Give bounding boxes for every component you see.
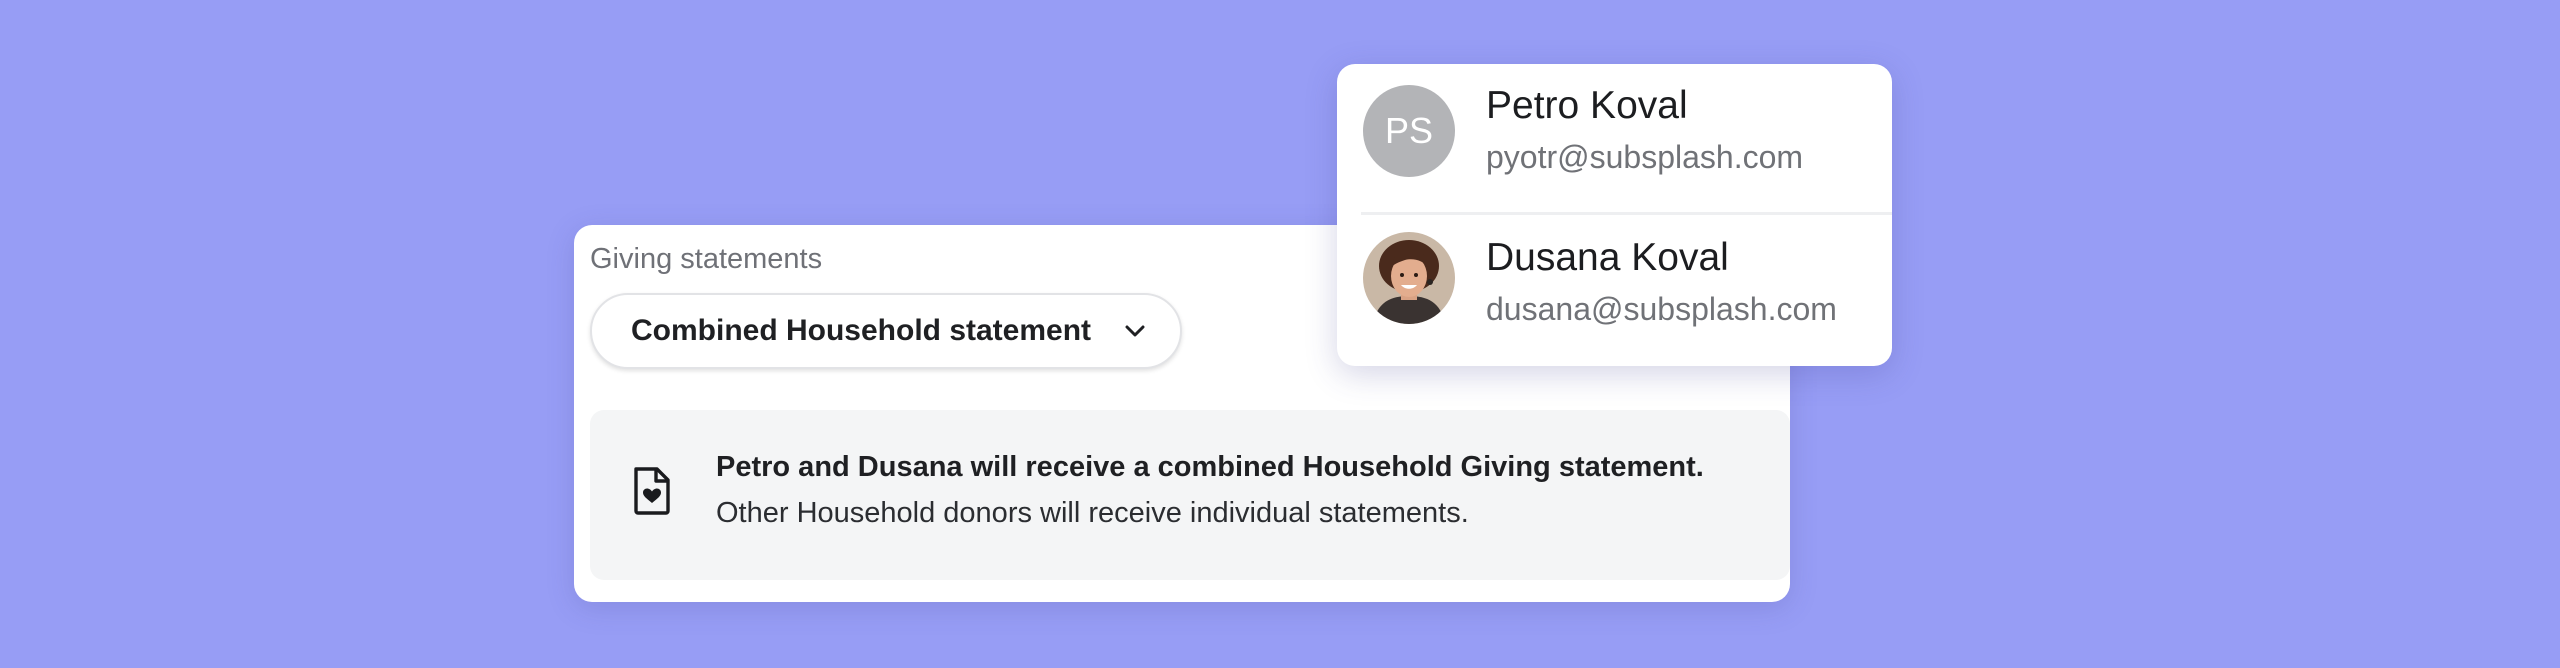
document-heart-icon — [632, 466, 672, 516]
chevron-down-icon — [1125, 323, 1149, 339]
divider — [1361, 212, 1892, 215]
statement-type-select[interactable]: Combined Household statement — [590, 293, 1182, 369]
member-name: Petro Koval — [1486, 84, 1688, 127]
member-row[interactable]: Dusana Koval dusana@subsplash.com — [1337, 216, 1892, 366]
statement-type-value: Combined Household statement — [631, 314, 1092, 347]
household-members-popover: PS Petro Koval pyotr@subsplash.com Dusan… — [1337, 64, 1892, 366]
household-notice: Petro and Dusana will receive a combined… — [590, 410, 1790, 580]
member-email: dusana@subsplash.com — [1486, 291, 1837, 327]
member-name: Dusana Koval — [1486, 236, 1729, 279]
notice-body: Other Household donors will receive indi… — [716, 497, 1469, 529]
notice-title: Petro and Dusana will receive a combined… — [716, 451, 1704, 483]
member-row[interactable]: PS Petro Koval pyotr@subsplash.com — [1337, 64, 1892, 214]
section-label: Giving statements — [590, 243, 823, 275]
avatar-photo — [1363, 232, 1455, 324]
avatar: PS — [1363, 85, 1455, 177]
member-email: pyotr@subsplash.com — [1486, 139, 1804, 175]
avatar-initials: PS — [1384, 110, 1434, 151]
